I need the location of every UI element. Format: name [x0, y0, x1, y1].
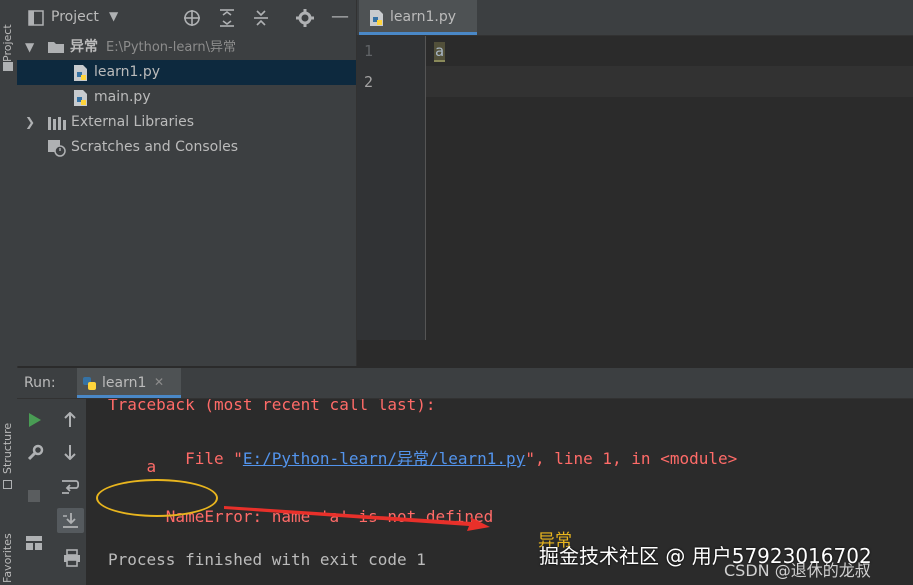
rerun-icon[interactable]: [28, 412, 42, 428]
project-view-icon: [28, 10, 44, 26]
tree-root-folder[interactable]: ▼ 异常 E:\Python-learn\异常: [17, 35, 356, 60]
project-folder-icon: [3, 62, 13, 71]
run-toolbar: [17, 399, 86, 585]
chevron-down-icon: ▼: [25, 40, 35, 54]
editor-footer: [357, 340, 913, 366]
caret-row-highlight: [426, 66, 913, 97]
python-icon: [83, 377, 96, 390]
dropdown-icon[interactable]: ▼: [109, 9, 118, 23]
scroll-to-end-icon: [63, 513, 78, 528]
favorites-tool-tab[interactable]: Favorites: [0, 515, 17, 585]
run-header: Run: learn1 ✕: [17, 368, 913, 399]
tab-learn1[interactable]: learn1.py: [359, 0, 477, 35]
project-tool-tab[interactable]: Project: [0, 6, 17, 66]
library-icon: [48, 117, 66, 130]
gear-icon[interactable]: [296, 9, 314, 27]
tree-item-learn1[interactable]: learn1.py: [17, 60, 356, 85]
traceback-file-line: File "E:/Python-learn/异常/learn1.py", lin…: [165, 449, 738, 468]
project-view-title[interactable]: Project: [51, 9, 99, 25]
code-line-1[interactable]: a: [434, 42, 446, 62]
close-icon[interactable]: ✕: [154, 375, 164, 389]
watermark-sub: CSDN @退休的龙叔: [724, 561, 871, 580]
traceback-code-line: a: [108, 457, 157, 476]
collapse-all-icon[interactable]: [253, 9, 269, 27]
editor-tab-bar: learn1.py: [357, 0, 913, 36]
tree-item-scratches[interactable]: Scratches and Consoles: [17, 135, 356, 160]
hide-panel-icon[interactable]: —: [331, 6, 349, 27]
stop-icon[interactable]: [28, 490, 40, 502]
arrow-up-icon[interactable]: [63, 412, 77, 428]
file-link[interactable]: E:/Python-learn/异常/learn1.py: [243, 449, 525, 468]
run-label: Run:: [24, 375, 56, 391]
line-number: 1: [364, 42, 374, 60]
traceback-line: Traceback (most recent call last):: [108, 399, 436, 414]
scroll-to-end-toggle[interactable]: [57, 508, 84, 533]
soft-wrap-icon[interactable]: [61, 479, 79, 495]
structure-tool-tab[interactable]: Structure: [0, 410, 17, 480]
python-file-icon: [370, 10, 383, 26]
print-icon[interactable]: [63, 549, 81, 567]
annotation-arrow: [224, 506, 490, 531]
structure-icon: [3, 480, 12, 489]
python-file-icon: [74, 65, 87, 81]
tree-item-main[interactable]: main.py: [17, 85, 356, 110]
line-number: 2: [364, 73, 374, 91]
line-number-gutter: 1 2: [357, 36, 426, 340]
locate-icon[interactable]: [183, 9, 201, 27]
editor-area: learn1.py 1 2 a: [357, 0, 913, 366]
wrench-icon[interactable]: [26, 444, 44, 462]
process-finished-line: Process finished with exit code 1: [108, 550, 426, 569]
python-file-icon: [74, 90, 87, 106]
run-tab-learn1[interactable]: learn1 ✕: [77, 368, 181, 398]
expand-all-icon[interactable]: [219, 9, 235, 27]
chevron-right-icon: ❯: [25, 115, 36, 129]
folder-icon: [48, 42, 64, 53]
scratches-icon: [48, 140, 66, 157]
arrow-down-icon[interactable]: [63, 444, 77, 460]
tree-item-external-libraries[interactable]: ❯ External Libraries: [17, 110, 356, 135]
project-panel-header: Project ▼ —: [17, 0, 356, 35]
project-panel: Project ▼ — ▼ 异常 E:\Python-learn\异常 lear…: [17, 0, 356, 366]
highlight-ellipse: [96, 479, 218, 517]
left-tool-strip: Project Structure Favorites: [0, 0, 18, 585]
layout-icon[interactable]: [25, 535, 43, 551]
